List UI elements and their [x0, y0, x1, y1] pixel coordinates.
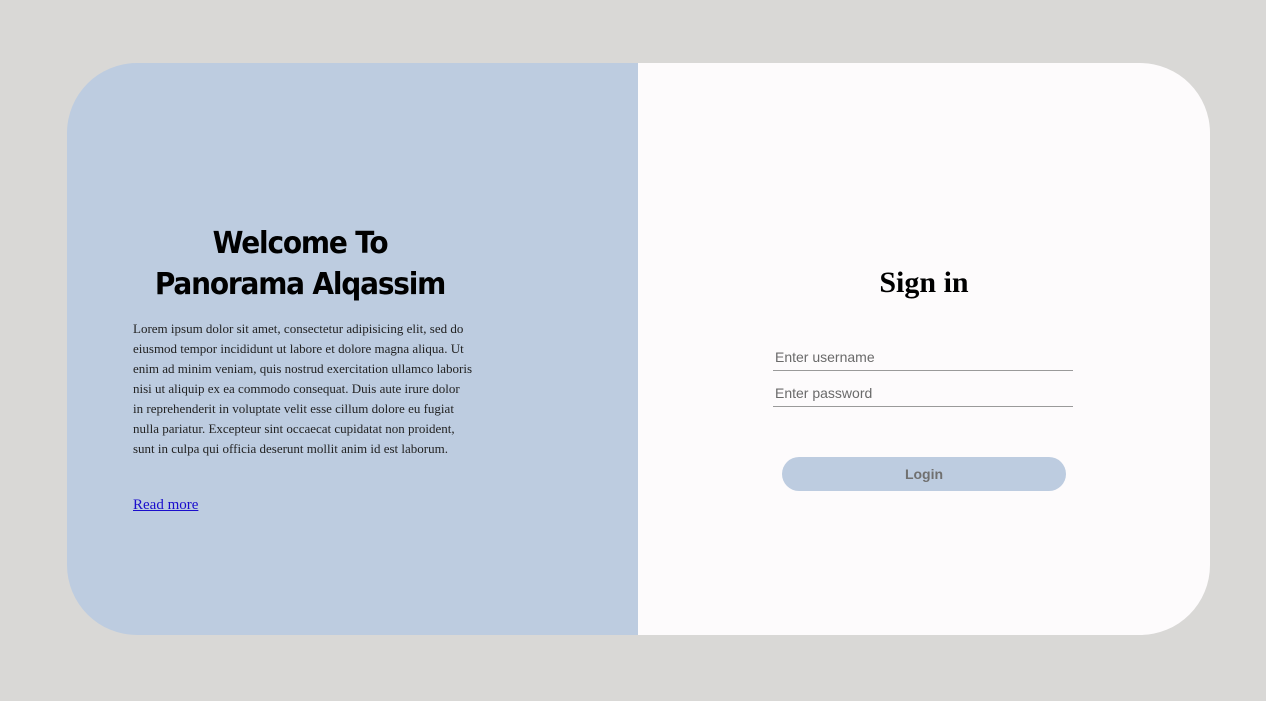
- username-input[interactable]: [773, 344, 1073, 371]
- welcome-title-line1: Welcome To: [212, 225, 389, 261]
- login-card: Welcome To Panorama Alqassim Lorem ipsum…: [67, 63, 1210, 635]
- read-more-link[interactable]: Read more: [133, 497, 198, 514]
- password-input[interactable]: [773, 380, 1073, 407]
- welcome-title: Welcome To Panorama Alqassim: [67, 223, 533, 305]
- signin-panel: Sign in Login: [638, 63, 1210, 635]
- login-button[interactable]: Login: [782, 457, 1066, 491]
- signin-title: Sign in: [879, 266, 969, 299]
- welcome-description: Lorem ipsum dolor sit amet, consectetur …: [133, 321, 473, 456]
- welcome-title-line2: Panorama Alqassim: [154, 266, 446, 302]
- welcome-panel: Welcome To Panorama Alqassim Lorem ipsum…: [67, 63, 638, 635]
